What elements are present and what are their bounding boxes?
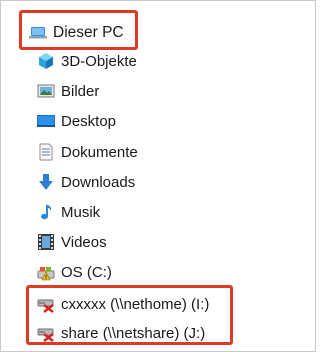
tree-item-label: share (\\netshare) (J:) (61, 324, 206, 342)
tree-item-network-drive-j[interactable]: share (\\netshare) (J:) (37, 319, 205, 347)
tree-item-os-drive[interactable]: OS (C:) (37, 258, 112, 286)
tree-item-label: Musik (61, 203, 101, 221)
videos-icon (37, 233, 55, 251)
3d-objects-icon (37, 52, 55, 70)
tree-item-label: cxxxxx (\\nethome) (I:) (61, 295, 210, 313)
tree-item-label: Dokumente (61, 143, 138, 161)
desktop-icon (37, 112, 55, 130)
pictures-icon (37, 82, 55, 100)
tree-item-pictures[interactable]: Bilder (37, 77, 99, 105)
downloads-icon (37, 173, 55, 191)
tree-item-label: Bilder (61, 82, 100, 100)
tree-item-this-pc[interactable]: Dieser PC (29, 19, 124, 47)
navigation-pane: Dieser PC 3D-Objekte Bilder Desktop Doku… (0, 0, 316, 352)
tree-item-label: Desktop (61, 112, 117, 130)
disconnected-network-drive-icon (37, 295, 55, 313)
tree-item-videos[interactable]: Videos (37, 228, 107, 256)
tree-item-label: OS (C:) (61, 263, 112, 281)
drive-warning-icon (37, 263, 55, 281)
tree-item-label: Videos (61, 233, 107, 251)
tree-item-desktop[interactable]: Desktop (37, 107, 116, 135)
tree-item-label: 3D-Objekte (61, 52, 137, 70)
documents-icon (37, 143, 55, 161)
pc-icon (29, 24, 47, 42)
tree-item-network-drive-i[interactable]: cxxxxx (\\nethome) (I:) (37, 290, 209, 318)
tree-item-documents[interactable]: Dokumente (37, 138, 138, 166)
tree-item-label: Dieser PC (53, 24, 124, 41)
tree-item-label: Downloads (61, 173, 136, 191)
tree-item-downloads[interactable]: Downloads (37, 168, 135, 196)
tree-item-3d-objects[interactable]: 3D-Objekte (37, 47, 137, 75)
tree-item-music[interactable]: Musik (37, 198, 100, 226)
disconnected-network-drive-icon (37, 324, 55, 342)
music-icon (37, 203, 55, 221)
